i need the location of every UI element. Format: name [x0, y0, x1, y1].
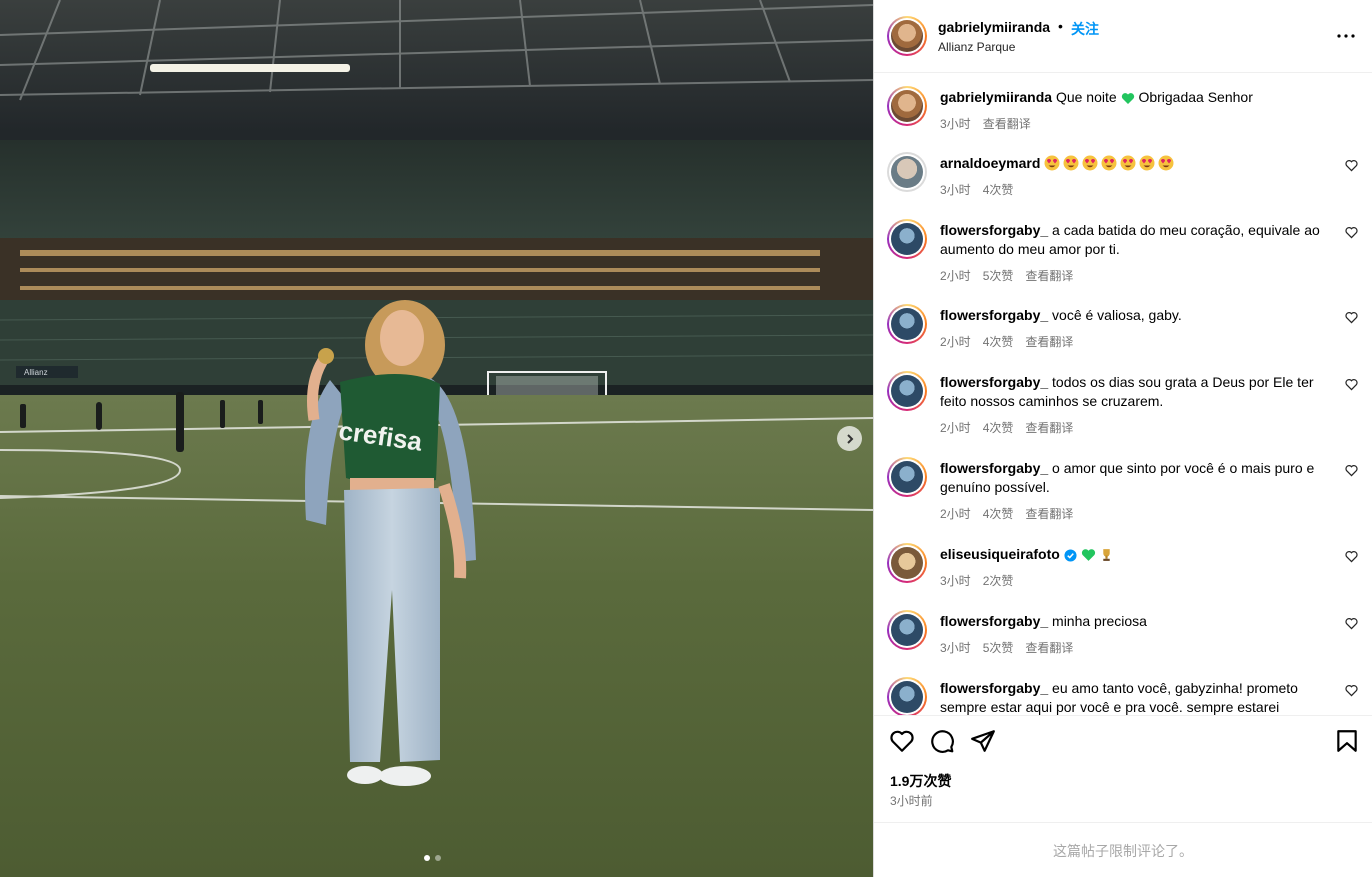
trophy-icon: [1103, 549, 1111, 561]
follow-button[interactable]: 关注: [1071, 19, 1099, 39]
comment-likes[interactable]: 4次赞: [983, 335, 1014, 349]
bookmark-icon[interactable]: [1334, 728, 1360, 754]
carousel-indicators: [424, 855, 441, 861]
heart-eyes-emoji-icon: [1120, 155, 1136, 171]
green-heart-icon: [1081, 549, 1095, 561]
see-translation-button[interactable]: 查看翻译: [983, 117, 1031, 131]
see-translation-button[interactable]: 查看翻译: [1025, 269, 1073, 283]
see-translation-button[interactable]: 查看翻译: [1025, 641, 1073, 655]
green-heart-icon: [1121, 93, 1134, 104]
comment-username[interactable]: flowersforgaby_: [940, 374, 1048, 390]
comment-username[interactable]: flowersforgaby_: [940, 222, 1048, 238]
comment-username[interactable]: flowersforgaby_: [940, 613, 1048, 629]
comment-time: 3小时: [940, 183, 971, 197]
see-translation-button[interactable]: 查看翻译: [1025, 335, 1073, 349]
avatar[interactable]: [887, 86, 927, 126]
comment-time: 2小时: [940, 507, 971, 521]
post-header: gabrielymiiranda • 关注 Allianz Parque: [874, 0, 1372, 73]
comment-username[interactable]: flowersforgaby_: [940, 307, 1048, 323]
avatar[interactable]: [887, 543, 927, 583]
heart-icon[interactable]: [1345, 378, 1358, 391]
comment-likes[interactable]: 4次赞: [983, 421, 1014, 435]
verified-icon: [1064, 549, 1077, 562]
comment-likes[interactable]: 4次赞: [983, 183, 1014, 197]
comment-username[interactable]: eliseusiqueirafoto: [940, 546, 1060, 562]
comment-time: 3小时: [940, 641, 971, 655]
heart-eyes-emoji-icon: [1082, 155, 1098, 171]
heart-icon[interactable]: [1345, 550, 1358, 563]
post-location[interactable]: Allianz Parque: [938, 40, 1015, 54]
avatar[interactable]: [887, 371, 927, 411]
see-translation-button[interactable]: 查看翻译: [1025, 421, 1073, 435]
heart-eyes-emoji-row: [1044, 155, 1177, 171]
avatar[interactable]: [887, 152, 927, 192]
next-photo-button[interactable]: [837, 426, 862, 451]
comment-time: 2小时: [940, 421, 971, 435]
comment-likes[interactable]: 4次赞: [983, 507, 1014, 521]
heart-icon[interactable]: [1345, 159, 1358, 172]
heart-eyes-emoji-icon: [1063, 155, 1079, 171]
caption-text-a: Que noite: [1055, 89, 1117, 105]
share-icon[interactable]: [970, 728, 996, 754]
heart-icon[interactable]: [1345, 311, 1358, 324]
comment-text: você é valiosa, gaby.: [1052, 307, 1182, 323]
comment-username[interactable]: flowersforgaby_: [940, 460, 1048, 476]
allianz-banner-text: Allianz: [24, 368, 48, 377]
avatar[interactable]: [887, 457, 927, 497]
comment-likes[interactable]: 5次赞: [983, 641, 1014, 655]
comment-icon[interactable]: [929, 728, 955, 754]
avatar[interactable]: [887, 16, 927, 56]
comments-list[interactable]: gabrielymiiranda Que noite Obrigadaa Sen…: [874, 73, 1372, 715]
separator-dot: •: [1058, 18, 1063, 34]
stadium-photo: Allianz crefisa: [0, 0, 873, 877]
heart-icon[interactable]: [1345, 684, 1358, 697]
post-side-panel: gabrielymiiranda • 关注 Allianz Parque gab…: [873, 0, 1372, 877]
comment-time: 2小时: [940, 269, 971, 283]
heart-eyes-emoji-icon: [1158, 155, 1174, 171]
comments-restricted-notice: 这篇帖子限制评论了。: [874, 822, 1372, 878]
likes-count[interactable]: 1.9万次赞: [890, 771, 951, 791]
comment-username[interactable]: flowersforgaby_: [940, 680, 1048, 696]
avatar[interactable]: [887, 304, 927, 344]
carousel-dot: [424, 855, 430, 861]
comment-username[interactable]: gabrielymiiranda: [940, 89, 1052, 105]
post-actions: 1.9万次赞 3小时前: [874, 715, 1372, 823]
heart-icon[interactable]: [1345, 617, 1358, 630]
avatar[interactable]: [887, 677, 927, 715]
comment-likes[interactable]: 2次赞: [983, 574, 1014, 588]
avatar[interactable]: [887, 219, 927, 259]
heart-eyes-emoji-icon: [1044, 155, 1060, 171]
heart-eyes-emoji-icon: [1101, 155, 1117, 171]
comment-text: minha preciosa: [1052, 613, 1147, 629]
instagram-post-view: Allianz crefisa gabrielymiiranda • 关注 Al…: [0, 0, 1372, 877]
post-username[interactable]: gabrielymiiranda: [938, 19, 1050, 35]
caption-text-b: Obrigadaa Senhor: [1138, 89, 1253, 105]
see-translation-button[interactable]: 查看翻译: [1025, 507, 1073, 521]
avatar[interactable]: [887, 610, 927, 650]
comment-time: 3小时: [940, 117, 971, 131]
heart-icon[interactable]: [1345, 464, 1358, 477]
carousel-dot: [435, 855, 441, 861]
more-icon[interactable]: [1334, 24, 1358, 48]
comment-time: 3小时: [940, 574, 971, 588]
post-photo[interactable]: Allianz crefisa: [0, 0, 873, 877]
comment-likes[interactable]: 5次赞: [983, 269, 1014, 283]
heart-eyes-emoji-icon: [1139, 155, 1155, 171]
post-time[interactable]: 3小时前: [890, 792, 933, 809]
comment-username[interactable]: arnaldoeymard: [940, 155, 1040, 171]
chevron-right-icon: [846, 433, 853, 444]
heart-icon[interactable]: [1345, 226, 1358, 239]
comment-time: 2小时: [940, 335, 971, 349]
heart-icon[interactable]: [889, 728, 915, 754]
